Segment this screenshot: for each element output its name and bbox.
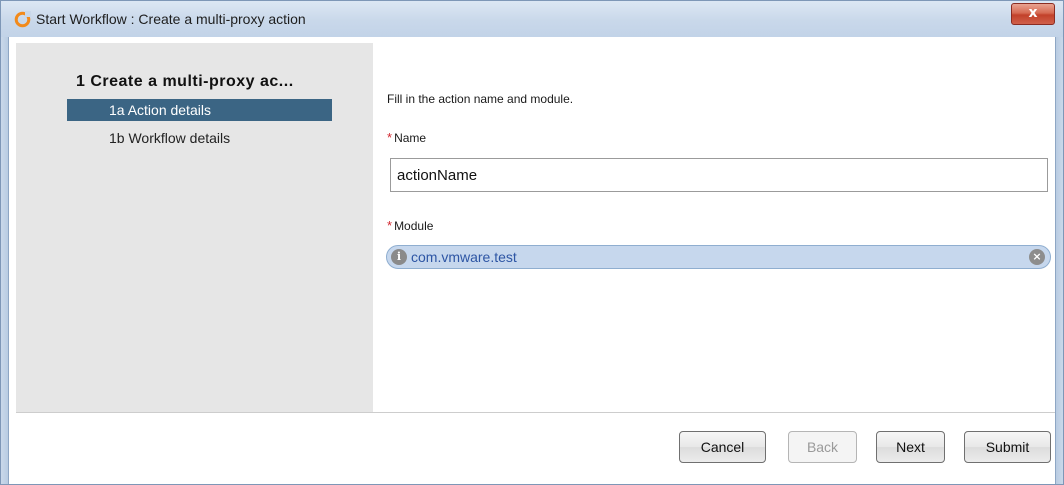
- step-title[interactable]: 1 Create a multi-proxy ac...: [76, 73, 294, 91]
- module-label-text: Module: [394, 219, 434, 233]
- steps-sidebar: 1 Create a multi-proxy ac... 1a Action d…: [16, 43, 373, 412]
- module-chip[interactable]: i com.vmware.test ×: [386, 245, 1051, 269]
- name-input[interactable]: [390, 158, 1048, 192]
- required-marker: *: [387, 218, 393, 233]
- info-icon[interactable]: i: [391, 249, 407, 265]
- submit-button[interactable]: Submit: [964, 431, 1051, 463]
- name-label-text: Name: [394, 131, 427, 145]
- form-instructions: Fill in the action name and module.: [387, 92, 574, 106]
- clear-icon[interactable]: ×: [1029, 249, 1045, 265]
- dialog-window: Start Workflow : Create a multi-proxy ac…: [0, 0, 1064, 485]
- form-panel: Fill in the action name and module. * Nam…: [373, 43, 1055, 412]
- title-bar[interactable]: Start Workflow : Create a multi-proxy ac…: [1, 1, 1063, 38]
- dialog-content: 1 Create a multi-proxy ac... 1a Action d…: [8, 37, 1056, 484]
- cancel-button[interactable]: Cancel: [679, 431, 766, 463]
- name-label: * Name: [387, 130, 426, 145]
- back-button[interactable]: Back: [788, 431, 857, 463]
- orchestrator-logo-icon: [14, 11, 31, 28]
- step-action-details[interactable]: 1a Action details: [67, 99, 332, 121]
- next-button[interactable]: Next: [876, 431, 945, 463]
- required-marker: *: [387, 130, 393, 145]
- close-button[interactable]: x: [1011, 3, 1055, 25]
- window-title: Start Workflow : Create a multi-proxy ac…: [36, 11, 306, 27]
- window-frame-left: [1, 37, 8, 484]
- module-label: * Module: [387, 218, 433, 233]
- module-value: com.vmware.test: [411, 249, 517, 265]
- step-workflow-details[interactable]: 1b Workflow details: [67, 127, 332, 149]
- window-frame-right: [1056, 37, 1063, 484]
- footer-divider: [16, 412, 1055, 413]
